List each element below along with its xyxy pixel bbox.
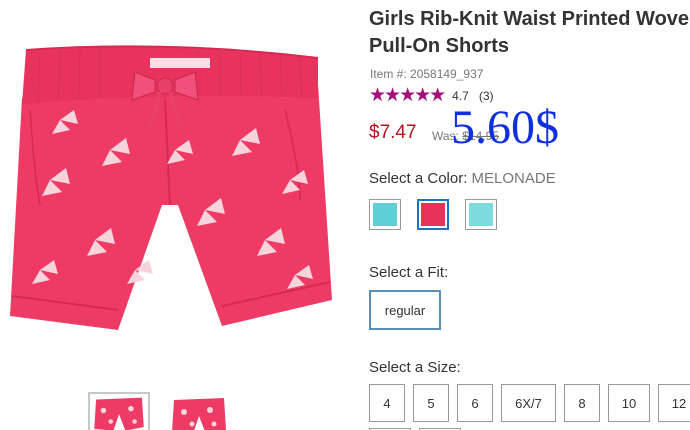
overlay-price-annotation: 5.60$ [451, 101, 559, 154]
swatch-aqua[interactable] [465, 199, 497, 230]
color-swatches [369, 199, 497, 230]
thumbnail-front[interactable] [88, 392, 150, 430]
size-option-10[interactable]: 10 [608, 384, 650, 422]
size-options: 4 5 6 6X/7 8 10 12 [369, 384, 690, 422]
fit-option-regular[interactable]: regular [369, 290, 441, 330]
swatch-melonade[interactable] [417, 199, 449, 230]
size-label: Select a Size: [369, 359, 461, 376]
sale-price: $7.47 [369, 122, 417, 143]
rating-stars-icon: ★★★★★ [369, 85, 446, 106]
size-option-6x7[interactable]: 6X/7 [501, 384, 556, 422]
color-label-text: Select a Color: [369, 170, 472, 187]
thumbnail-strip [88, 392, 230, 430]
product-main-image[interactable] [0, 0, 345, 370]
swatch-turquoise[interactable] [369, 199, 401, 230]
color-label: Select a Color: MELONADE [369, 170, 556, 187]
product-title: Girls Rib-Knit Waist Printed Wove Pull-O… [369, 6, 690, 60]
thumbnail-back[interactable] [168, 392, 230, 430]
product-title-line2: Pull-On Shorts [369, 35, 509, 57]
size-option-12[interactable]: 12 [658, 384, 690, 422]
size-option-5[interactable]: 5 [413, 384, 449, 422]
size-option-6[interactable]: 6 [457, 384, 493, 422]
selected-color: MELONADE [471, 170, 556, 187]
shorts-image [10, 45, 332, 330]
item-number: Item #: 2058149_937 [370, 67, 484, 81]
size-option-8[interactable]: 8 [564, 384, 600, 422]
thumbnail-front-image [94, 397, 144, 430]
fit-label: Select a Fit: [369, 264, 449, 281]
product-title-line1: Girls Rib-Knit Waist Printed Wove [369, 8, 690, 30]
size-option-4[interactable]: 4 [369, 384, 405, 422]
thumbnail-back-image [172, 398, 226, 430]
